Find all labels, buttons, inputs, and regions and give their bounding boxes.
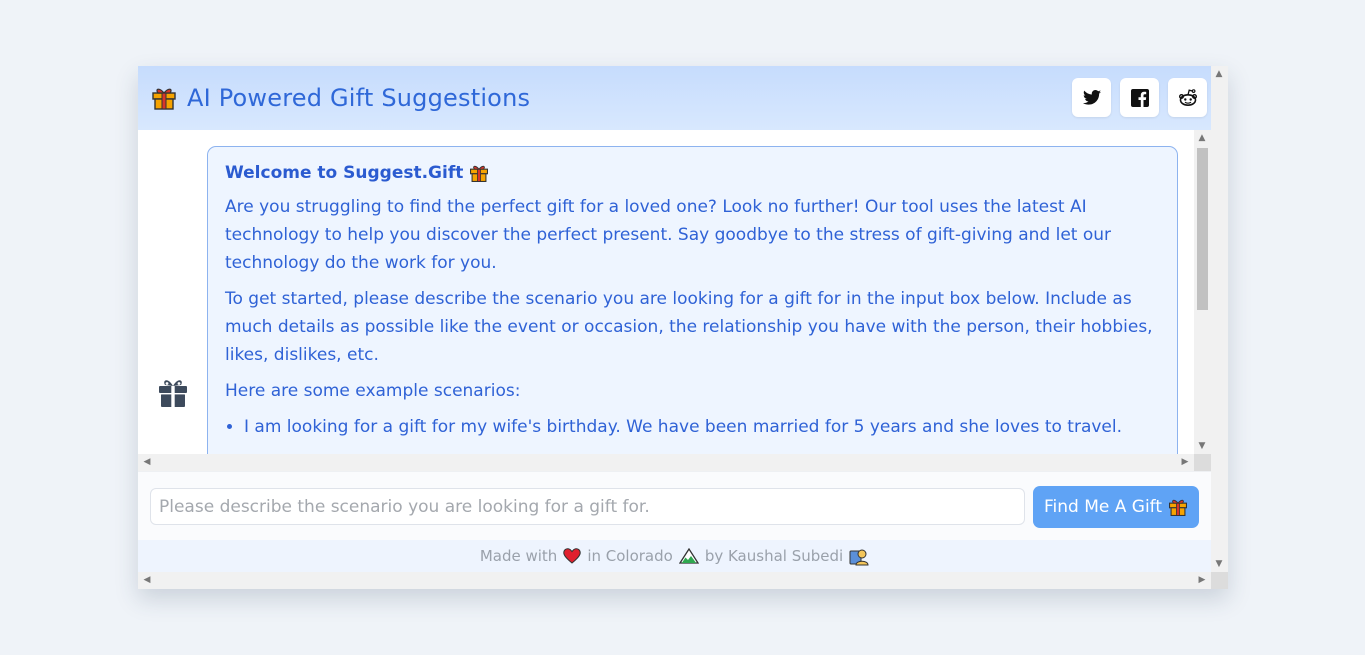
scroll-left-arrow-icon[interactable]: ◀: [141, 575, 153, 585]
gift-emoji-icon: [151, 85, 177, 111]
mountain-icon: [678, 548, 699, 564]
gift-icon: [157, 376, 189, 408]
reddit-icon: [1178, 88, 1197, 106]
chat-area[interactable]: Welcome to Suggest.Gift Are you struggli…: [138, 130, 1211, 471]
welcome-heading: Welcome to Suggest.Gift: [225, 163, 1160, 183]
instructions-paragraph: To get started, please describe the scen…: [225, 289, 1153, 365]
chat-horizontal-scrollbar[interactable]: ◀ ▶: [138, 454, 1194, 471]
twitter-share-button[interactable]: [1072, 78, 1111, 117]
reddit-share-button[interactable]: [1168, 78, 1207, 117]
twitter-icon: [1082, 90, 1101, 105]
page-vertical-scrollbar[interactable]: ▲ ▼: [1211, 66, 1228, 572]
footer: Made with in Colorado by Kaushal Subedi: [138, 540, 1211, 572]
footer-location: in Colorado: [587, 547, 673, 565]
page-title: AI Powered Gift Suggestions: [187, 84, 531, 112]
scroll-down-arrow-icon[interactable]: ▼: [1213, 559, 1225, 569]
gift-emoji-icon: [1168, 497, 1188, 517]
heart-icon: [563, 548, 582, 564]
intro-paragraph: Are you struggling to find the perfect g…: [225, 197, 1112, 273]
list-item: I am looking for a gift for my wife's bi…: [244, 413, 1160, 441]
header: AI Powered Gift Suggestions: [138, 66, 1211, 130]
welcome-title: Welcome to Suggest.Gift: [225, 163, 464, 183]
page-horizontal-scrollbar[interactable]: ◀ ▶: [138, 572, 1211, 589]
person-at-computer-icon: [849, 546, 869, 566]
scroll-left-arrow-icon[interactable]: ◀: [141, 457, 153, 467]
examples-list: I am looking for a gift for my wife's bi…: [225, 413, 1160, 441]
scroll-right-arrow-icon[interactable]: ▶: [1196, 575, 1208, 585]
footer-made-with: Made with: [479, 547, 558, 565]
footer-author: by Kaushal Subedi: [704, 547, 844, 565]
scenario-input[interactable]: [150, 488, 1025, 525]
facebook-icon: [1130, 88, 1149, 107]
welcome-message: Welcome to Suggest.Gift Are you struggli…: [207, 146, 1178, 471]
scrollbar-corner: [1211, 572, 1228, 589]
gift-emoji-icon: [469, 163, 489, 183]
examples-heading: Here are some example scenarios:: [225, 381, 521, 401]
find-gift-button[interactable]: Find Me A Gift: [1033, 486, 1199, 528]
scroll-up-arrow-icon[interactable]: ▲: [1196, 133, 1208, 143]
scroll-down-arrow-icon[interactable]: ▼: [1196, 441, 1208, 451]
facebook-share-button[interactable]: [1120, 78, 1159, 117]
input-area: Find Me A Gift: [138, 471, 1211, 540]
app-window: AI Powered Gift Suggestions Welcome to S…: [138, 66, 1228, 589]
chat-vertical-scrollbar[interactable]: ▲ ▼: [1194, 130, 1211, 454]
find-gift-label: Find Me A Gift: [1043, 497, 1163, 517]
scroll-right-arrow-icon[interactable]: ▶: [1179, 457, 1191, 467]
scroll-thumb[interactable]: [1197, 148, 1208, 310]
scroll-up-arrow-icon[interactable]: ▲: [1213, 69, 1225, 79]
share-buttons: [1072, 78, 1207, 117]
scrollbar-corner: [1194, 454, 1211, 471]
